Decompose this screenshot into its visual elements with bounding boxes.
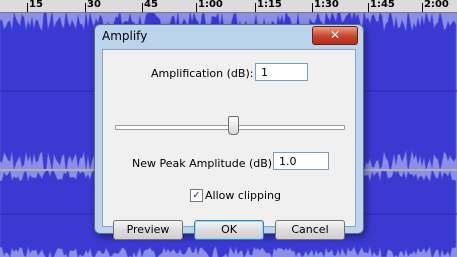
ruler-tick [312,3,313,12]
ruler-tick [255,3,256,12]
amplification-slider-thumb[interactable] [228,116,239,135]
new-peak-label: New Peak Amplitude (dB): [132,157,276,170]
ok-button[interactable]: OK [194,220,264,240]
ruler-tick [196,3,197,12]
timeline-ruler[interactable]: 15 30 45 1:00 1:15 1:30 1:45 2:00 [0,0,457,13]
ruler-tick [422,3,423,12]
ruler-label-30: 30 [87,0,101,10]
ruler-label-2-00: 2:00 [424,0,449,10]
ruler-tick [85,3,86,12]
dialog-body: Amplification (dB): 1 New Peak Amplitude… [102,49,356,240]
amplification-label: Amplification (dB): [151,67,254,80]
ruler-label-1-15: 1:15 [257,0,282,10]
ruler-tick [368,3,369,12]
allow-clipping-label[interactable]: Allow clipping [205,189,281,202]
dialog-title: Amplify [102,29,148,43]
allow-clipping-checkbox[interactable]: ✓ [190,189,203,202]
close-button[interactable]: ✕ [312,26,358,45]
ruler-label-15: 15 [29,0,43,10]
new-peak-input[interactable]: 1.0 [273,152,329,170]
preview-button[interactable]: Preview [113,220,183,240]
cancel-button[interactable]: Cancel [275,220,345,240]
ruler-label-1-45: 1:45 [370,0,395,10]
dialog-titlebar[interactable]: Amplify ✕ [95,25,363,49]
amplification-input[interactable]: 1 [255,63,308,81]
amplify-dialog: Amplify ✕ Amplification (dB): 1 New Peak… [94,24,364,240]
ruler-tick [27,3,28,12]
checkmark-icon: ✓ [192,190,201,201]
ruler-label-1-30: 1:30 [314,0,339,10]
ruler-label-45: 45 [144,0,158,10]
ruler-tick [142,3,143,12]
close-icon: ✕ [329,28,341,42]
ruler-label-1-00: 1:00 [198,0,223,10]
